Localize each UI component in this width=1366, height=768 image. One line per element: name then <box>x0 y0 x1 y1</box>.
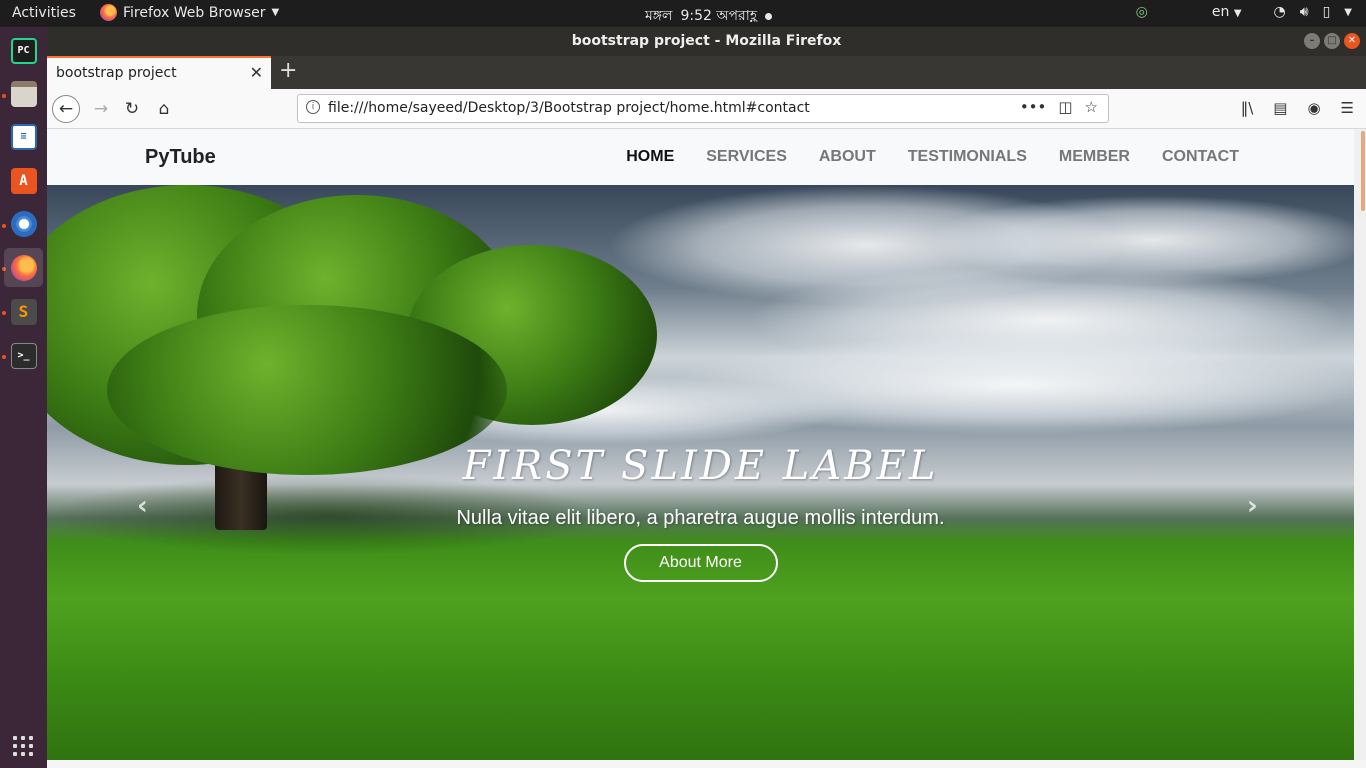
tab-strip: bootstrap project ✕ + <box>47 56 1366 89</box>
sidebar-icon[interactable]: ▤ <box>1273 99 1287 117</box>
page-actions-icon[interactable]: ••• <box>1020 98 1047 116</box>
slide-title: FIRST SLIDE LABEL <box>462 443 939 489</box>
menu-item-contact[interactable]: CONTACT <box>1162 148 1239 166</box>
terminal-icon: >_ <box>10 342 37 369</box>
files-icon <box>10 80 37 107</box>
cloud-shape <box>927 195 1354 285</box>
firefox-icon <box>100 4 117 21</box>
new-tab-button[interactable]: + <box>279 58 297 83</box>
dock-chromium[interactable] <box>4 204 43 243</box>
scrollbar-thumb[interactable] <box>1361 131 1365 211</box>
app-menu-label: Firefox Web Browser <box>123 4 266 21</box>
tab-bootstrap-project[interactable]: bootstrap project ✕ <box>47 56 271 89</box>
reload-button[interactable]: ↻ <box>118 95 146 123</box>
menu-item-member[interactable]: MEMBER <box>1059 148 1130 166</box>
bookmark-star-icon[interactable]: ☆ <box>1085 98 1098 116</box>
minimize-button[interactable]: – <box>1304 33 1320 49</box>
home-button[interactable]: ⌂ <box>150 95 178 123</box>
dock-sublime[interactable]: S <box>4 292 43 331</box>
dock-terminal[interactable]: >_ <box>4 336 43 375</box>
library-icon[interactable]: ‖\ <box>1241 99 1254 117</box>
writer-icon: ≡ <box>10 123 37 150</box>
slide-caption: FIRST SLIDE LABEL Nulla vitae elit liber… <box>47 443 1354 582</box>
system-tray[interactable]: ◎ en ▼ ◔ 🔊︎ ▯ ▼ <box>1136 4 1352 20</box>
chevron-down-icon: ▼ <box>271 7 280 18</box>
forward-button[interactable]: → <box>87 95 115 123</box>
menu-item-about[interactable]: ABOUT <box>819 148 876 166</box>
maximize-button[interactable]: □ <box>1324 33 1340 49</box>
dock-software[interactable]: A <box>4 161 43 200</box>
about-more-button[interactable]: About More <box>623 544 778 582</box>
clock[interactable]: মঙ্গল 9:52 অপরাহ্ণ <box>645 4 773 28</box>
notification-dot-icon <box>765 12 773 20</box>
sublime-text-icon: S <box>10 298 37 325</box>
clock-day: মঙ্গল <box>645 8 673 24</box>
app-menu[interactable]: Firefox Web Browser ▼ <box>100 4 279 21</box>
site-navbar: PyTube HOME SERVICES ABOUT TESTIMONIALS … <box>47 129 1354 185</box>
window-title: bootstrap project - Mozilla Firefox <box>571 33 842 49</box>
volume-icon: 🔊︎ <box>1299 4 1309 20</box>
close-tab-icon[interactable]: ✕ <box>250 63 263 82</box>
language-label: en <box>1211 4 1230 20</box>
url-bar[interactable]: i file:///home/sayeed/Desktop/3/Bootstra… <box>297 94 1109 123</box>
menu-item-home[interactable]: HOME <box>626 148 674 166</box>
dock-firefox[interactable] <box>4 248 43 287</box>
firefox-icon <box>10 254 37 281</box>
wifi-icon: ◔ <box>1273 4 1286 20</box>
site-menu: HOME SERVICES ABOUT TESTIMONIALS MEMBER … <box>626 148 1239 166</box>
chromium-icon <box>10 210 37 237</box>
window-titlebar[interactable]: bootstrap project - Mozilla Firefox – □ … <box>47 27 1366 56</box>
pycharm-icon: PC <box>10 37 37 64</box>
language-selector[interactable]: en ▼ <box>1212 4 1242 20</box>
dock-writer[interactable]: ≡ <box>4 117 43 156</box>
pocket-icon[interactable]: ◫ <box>1058 98 1072 116</box>
chat-indicator-icon[interactable]: ◎ <box>1136 4 1148 20</box>
site-info-icon[interactable]: i <box>306 100 320 114</box>
menu-item-services[interactable]: SERVICES <box>706 148 787 166</box>
account-avatar-icon[interactable]: ◉ <box>1307 99 1320 117</box>
window-bottom-edge <box>47 760 1366 768</box>
system-top-bar: Activities Firefox Web Browser ▼ মঙ্গল 9… <box>0 0 1366 27</box>
show-applications-icon[interactable] <box>13 736 33 756</box>
hamburger-menu-icon[interactable]: ☰ <box>1341 99 1354 117</box>
chevron-down-icon: ▼ <box>1344 6 1352 18</box>
launcher-dock: PC ≡ A S >_ <box>0 27 47 768</box>
page-viewport: PyTube HOME SERVICES ABOUT TESTIMONIALS … <box>47 129 1354 760</box>
close-window-button[interactable]: ✕ <box>1344 33 1360 49</box>
back-button[interactable]: ← <box>52 95 80 123</box>
page-scrollbar[interactable] <box>1354 129 1366 760</box>
navigation-toolbar: ← → ↻ ⌂ i file:///home/sayeed/Desktop/3/… <box>47 89 1366 129</box>
menu-item-testimonials[interactable]: TESTIMONIALS <box>908 148 1027 166</box>
tab-title: bootstrap project <box>56 65 177 81</box>
battery-icon: ▯ <box>1322 4 1331 20</box>
url-text: file:///home/sayeed/Desktop/3/Bootstrap … <box>328 100 810 116</box>
software-center-icon: A <box>10 167 37 194</box>
slide-text: Nulla vitae elit libero, a pharetra augu… <box>456 507 945 529</box>
dock-files[interactable] <box>4 74 43 113</box>
site-brand[interactable]: PyTube <box>145 146 216 169</box>
chevron-down-icon: ▼ <box>1233 8 1242 19</box>
activities-button[interactable]: Activities <box>12 5 76 21</box>
hero-carousel: ‹ › FIRST SLIDE LABEL Nulla vitae elit l… <box>47 185 1354 760</box>
dock-pycharm[interactable]: PC <box>4 31 43 70</box>
clock-time: 9:52 অপরাহ্ণ <box>680 8 758 24</box>
